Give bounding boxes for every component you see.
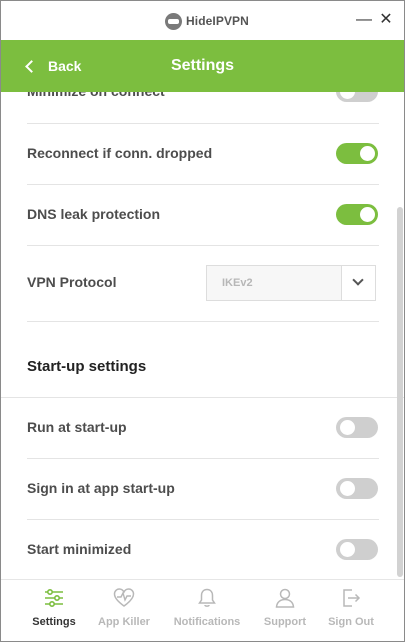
scrollbar[interactable] (397, 207, 403, 577)
setting-row-run-at-startup: Run at start-up (27, 397, 379, 458)
setting-label: DNS leak protection (27, 206, 161, 222)
toggle-knob (360, 207, 375, 222)
bell-icon (198, 588, 216, 607)
nav-label: Sign Out (328, 616, 374, 628)
setting-label: Start minimized (27, 541, 132, 557)
setting-row-start-minimized: Start minimized (27, 519, 379, 579)
setting-label: VPN Protocol (27, 274, 117, 290)
toggle-knob (340, 92, 355, 99)
sign-out-icon (343, 589, 361, 607)
start-minimized-toggle[interactable] (336, 539, 378, 560)
nav-label: Notifications (173, 616, 241, 628)
toggle-knob (340, 481, 355, 496)
nav-label: Settings (32, 616, 76, 628)
run-at-startup-toggle[interactable] (336, 417, 378, 438)
divider (27, 321, 379, 322)
logo-text: HideIPVPN (186, 14, 249, 28)
nav-app-killer[interactable]: App Killer (85, 580, 163, 641)
setting-label: Reconnect if conn. dropped (27, 145, 213, 161)
back-button[interactable]: Back (25, 40, 82, 92)
close-window-button[interactable]: ✕ (376, 10, 396, 30)
toggle-knob (360, 146, 375, 161)
vpn-protocol-value: IKEv2 (222, 277, 253, 289)
setting-label: Sign in at app start-up (27, 480, 175, 496)
minimize-window-button[interactable]: — (354, 10, 374, 30)
setting-row-reconnect: Reconnect if conn. dropped (27, 123, 379, 184)
logo-mask-icon (165, 12, 182, 30)
nav-notifications[interactable]: Notifications (168, 580, 246, 641)
chevron-left-icon (25, 59, 38, 73)
minimize-on-connect-toggle[interactable] (336, 92, 378, 102)
setting-row-minimize-on-connect: Minimize on connect (27, 92, 379, 122)
bottom-nav: Settings App Killer Notifications Suppor… (1, 579, 404, 641)
reconnect-toggle[interactable] (336, 143, 378, 164)
dns-leak-toggle[interactable] (336, 204, 378, 225)
sliders-icon (45, 588, 63, 608)
nav-settings[interactable]: Settings (15, 580, 93, 641)
setting-row-sign-in-at-startup: Sign in at app start-up (27, 458, 379, 519)
nav-label: App Killer (98, 616, 150, 628)
setting-row-dns-leak: DNS leak protection (27, 184, 379, 245)
back-label: Back (48, 58, 82, 74)
setting-label: Minimize on connect (27, 92, 165, 122)
app-window: HideIPVPN — ✕ Settings Back Minimize on … (0, 0, 405, 642)
settings-scroll-area[interactable]: Minimize on connect Reconnect if conn. d… (1, 92, 404, 579)
startup-section-title: Start-up settings (27, 358, 147, 375)
dropdown-button[interactable] (341, 266, 375, 300)
vpn-protocol-select[interactable]: IKEv2 (206, 265, 376, 301)
title-bar: HideIPVPN — ✕ (1, 1, 404, 40)
chevron-down-icon (352, 274, 364, 286)
divider (27, 245, 379, 246)
nav-sign-out[interactable]: Sign Out (312, 580, 390, 641)
user-icon (275, 588, 295, 608)
app-logo: HideIPVPN (165, 12, 249, 30)
toggle-knob (340, 420, 355, 435)
setting-label: Run at start-up (27, 419, 127, 435)
heart-pulse-icon (113, 588, 135, 607)
page-header: Settings Back (1, 40, 404, 92)
toggle-knob (340, 542, 355, 557)
sign-in-at-startup-toggle[interactable] (336, 478, 378, 499)
